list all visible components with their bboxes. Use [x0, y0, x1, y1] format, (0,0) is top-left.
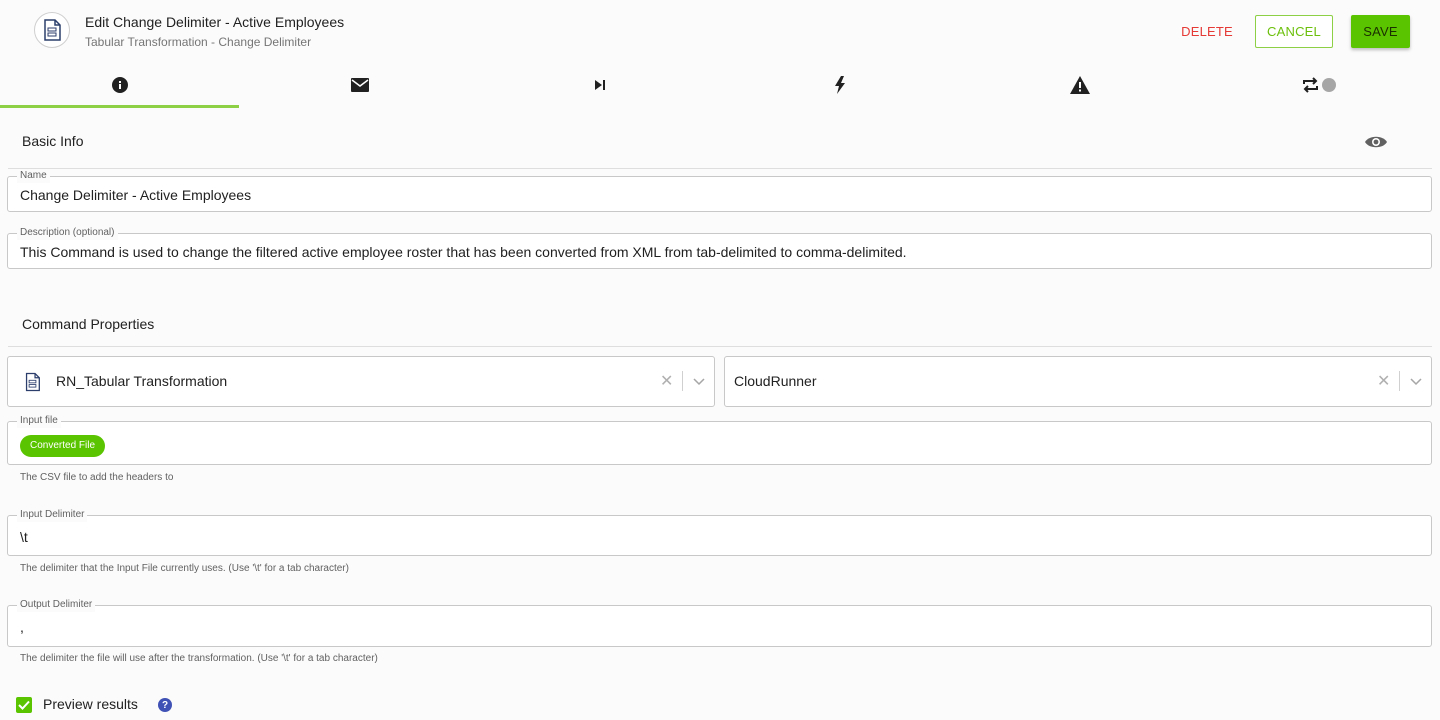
- input-delimiter-field[interactable]: Input Delimiter \t: [7, 508, 1432, 556]
- tab-repeat[interactable]: [1200, 62, 1440, 108]
- name-field-label: Name: [17, 169, 50, 183]
- warning-icon: [1070, 76, 1090, 94]
- select-separator: [682, 371, 683, 391]
- name-field-value: Change Delimiter - Active Employees: [20, 187, 252, 203]
- command-select-value: RN_Tabular Transformation: [56, 373, 228, 389]
- runner-select-value: CloudRunner: [734, 373, 817, 389]
- lightning-icon: [835, 76, 845, 94]
- input-file-label: Input file: [17, 414, 61, 428]
- tab-next[interactable]: [480, 62, 720, 108]
- input-delimiter-label: Input Delimiter: [17, 508, 88, 522]
- info-icon: [112, 77, 128, 93]
- output-delimiter-field[interactable]: Output Delimiter ,: [7, 598, 1432, 647]
- description-field[interactable]: Description (optional) This Command is u…: [7, 226, 1432, 269]
- divider: [8, 168, 1432, 169]
- tab-trigger[interactable]: [720, 62, 960, 108]
- save-button[interactable]: SAVE: [1351, 15, 1410, 48]
- input-file-helper: The CSV file to add the headers to: [20, 472, 174, 483]
- divider: [8, 346, 1432, 347]
- help-icon[interactable]: ?: [158, 698, 172, 712]
- eye-icon[interactable]: [1364, 132, 1388, 152]
- delete-button[interactable]: DELETE: [1172, 15, 1242, 47]
- output-delimiter-label: Output Delimiter: [17, 598, 96, 612]
- name-field[interactable]: Name Change Delimiter - Active Employees: [7, 169, 1432, 212]
- active-tab-indicator: [0, 105, 239, 108]
- chevron-down-icon[interactable]: [692, 374, 706, 388]
- input-file-field[interactable]: Input file Converted File: [7, 414, 1432, 465]
- basic-info-title: Basic Info: [22, 133, 84, 149]
- chevron-down-icon[interactable]: [1409, 374, 1423, 388]
- output-delimiter-value: ,: [20, 619, 24, 635]
- repeat-icon: [1303, 77, 1336, 93]
- command-select[interactable]: RN_Tabular Transformation ✕: [7, 356, 715, 407]
- tabular-file-icon: [25, 372, 40, 392]
- input-delimiter-helper: The delimiter that the Input File curren…: [20, 563, 349, 574]
- clear-icon[interactable]: ✕: [660, 371, 673, 391]
- preview-results-checkbox[interactable]: [16, 697, 32, 713]
- tab-bar: [0, 62, 1440, 108]
- description-field-label: Description (optional): [17, 226, 118, 240]
- clear-icon[interactable]: ✕: [1377, 371, 1390, 391]
- mail-icon: [351, 78, 369, 92]
- page-subtitle: Tabular Transformation - Change Delimite…: [85, 35, 312, 49]
- description-field-value: This Command is used to change the filte…: [20, 244, 907, 260]
- converted-file-chip[interactable]: Converted File: [20, 435, 106, 457]
- input-delimiter-value: \t: [20, 529, 28, 545]
- tab-mail[interactable]: [240, 62, 480, 108]
- output-delimiter-helper: The delimiter the file will use after th…: [20, 653, 378, 664]
- page-title: Edit Change Delimiter - Active Employees: [85, 14, 345, 30]
- tab-warning[interactable]: [960, 62, 1200, 108]
- header: Edit Change Delimiter - Active Employees…: [0, 0, 1440, 62]
- cancel-button[interactable]: CANCEL: [1255, 15, 1333, 48]
- command-properties-title: Command Properties: [22, 316, 155, 332]
- skip-next-icon: [595, 80, 605, 90]
- tab-info[interactable]: [0, 62, 240, 108]
- tabular-file-icon: [34, 12, 70, 48]
- preview-results-label: Preview results: [43, 696, 138, 712]
- runner-select[interactable]: CloudRunner ✕: [724, 356, 1432, 407]
- check-icon: [18, 700, 30, 710]
- select-separator: [1399, 371, 1400, 391]
